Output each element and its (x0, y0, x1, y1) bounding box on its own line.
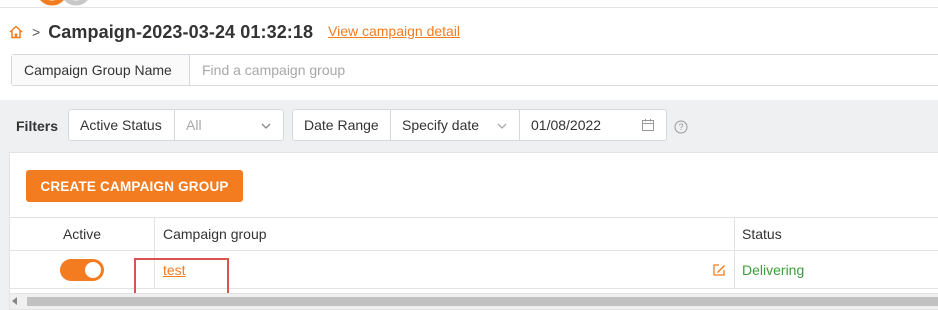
date-range-label: Date Range (293, 110, 391, 140)
active-status-select[interactable]: All (175, 110, 283, 140)
active-status-label: Active Status (69, 110, 175, 140)
column-header-status: Status (742, 226, 782, 242)
status-text: Delivering (742, 261, 805, 278)
scroll-left-arrow-icon[interactable] (12, 297, 17, 305)
active-status-filter: Active Status All (68, 109, 284, 141)
view-campaign-detail-link[interactable]: View campaign detail (328, 23, 460, 39)
table-header: Active Campaign group Status (10, 217, 938, 251)
toggle-knob (85, 261, 101, 278)
campaign-group-search: Campaign Group Name (11, 54, 938, 86)
date-value: 01/08/2022 (531, 117, 602, 133)
column-header-active: Active (10, 218, 155, 250)
date-mode-select[interactable]: Specify date (391, 110, 520, 140)
active-toggle[interactable] (60, 258, 104, 281)
breadcrumb-separator: > (32, 24, 41, 40)
page-title: Campaign-2023-03-24 01:32:18 (48, 21, 314, 42)
filters-label: Filters (16, 118, 59, 134)
search-label: Campaign Group Name (12, 55, 190, 85)
date-mode-value: Specify date (402, 117, 480, 133)
date-picker[interactable]: 01/08/2022 (520, 110, 666, 140)
campaign-group-cell: test (134, 251, 735, 300)
active-status-value: All (186, 117, 202, 133)
edit-icon[interactable] (712, 263, 726, 277)
top-strip (0, 0, 938, 8)
breadcrumb: > Campaign-2023-03-24 01:32:18 (8, 20, 313, 44)
campaign-groups-card: CREATE CAMPAIGN GROUP Active Campaign gr… (9, 152, 938, 310)
column-header-campaign-group: Campaign group (155, 218, 735, 250)
page-header: > Campaign-2023-03-24 01:32:18 View camp… (0, 8, 938, 100)
horizontal-scrollbar[interactable] (10, 293, 938, 309)
scrollbar-thumb[interactable] (27, 297, 938, 306)
chevron-down-icon (496, 119, 508, 131)
calendar-icon (641, 118, 655, 132)
help-icon[interactable]: ? (674, 120, 688, 134)
filters-bar: Filters Active Status All Date Range Spe… (0, 100, 938, 152)
table-row: test Delivering (10, 251, 938, 300)
chevron-down-icon (260, 119, 272, 131)
brand-logo (34, 0, 98, 6)
search-input[interactable] (190, 55, 938, 85)
campaign-groups-table: Active Campaign group Status test Delive… (10, 217, 938, 300)
status-cell: Delivering (735, 251, 938, 288)
home-icon[interactable] (8, 24, 24, 40)
svg-text:?: ? (678, 122, 683, 132)
create-campaign-group-button[interactable]: CREATE CAMPAIGN GROUP (26, 170, 243, 202)
date-range-filter: Date Range Specify date 01/08/2022 (292, 109, 667, 141)
